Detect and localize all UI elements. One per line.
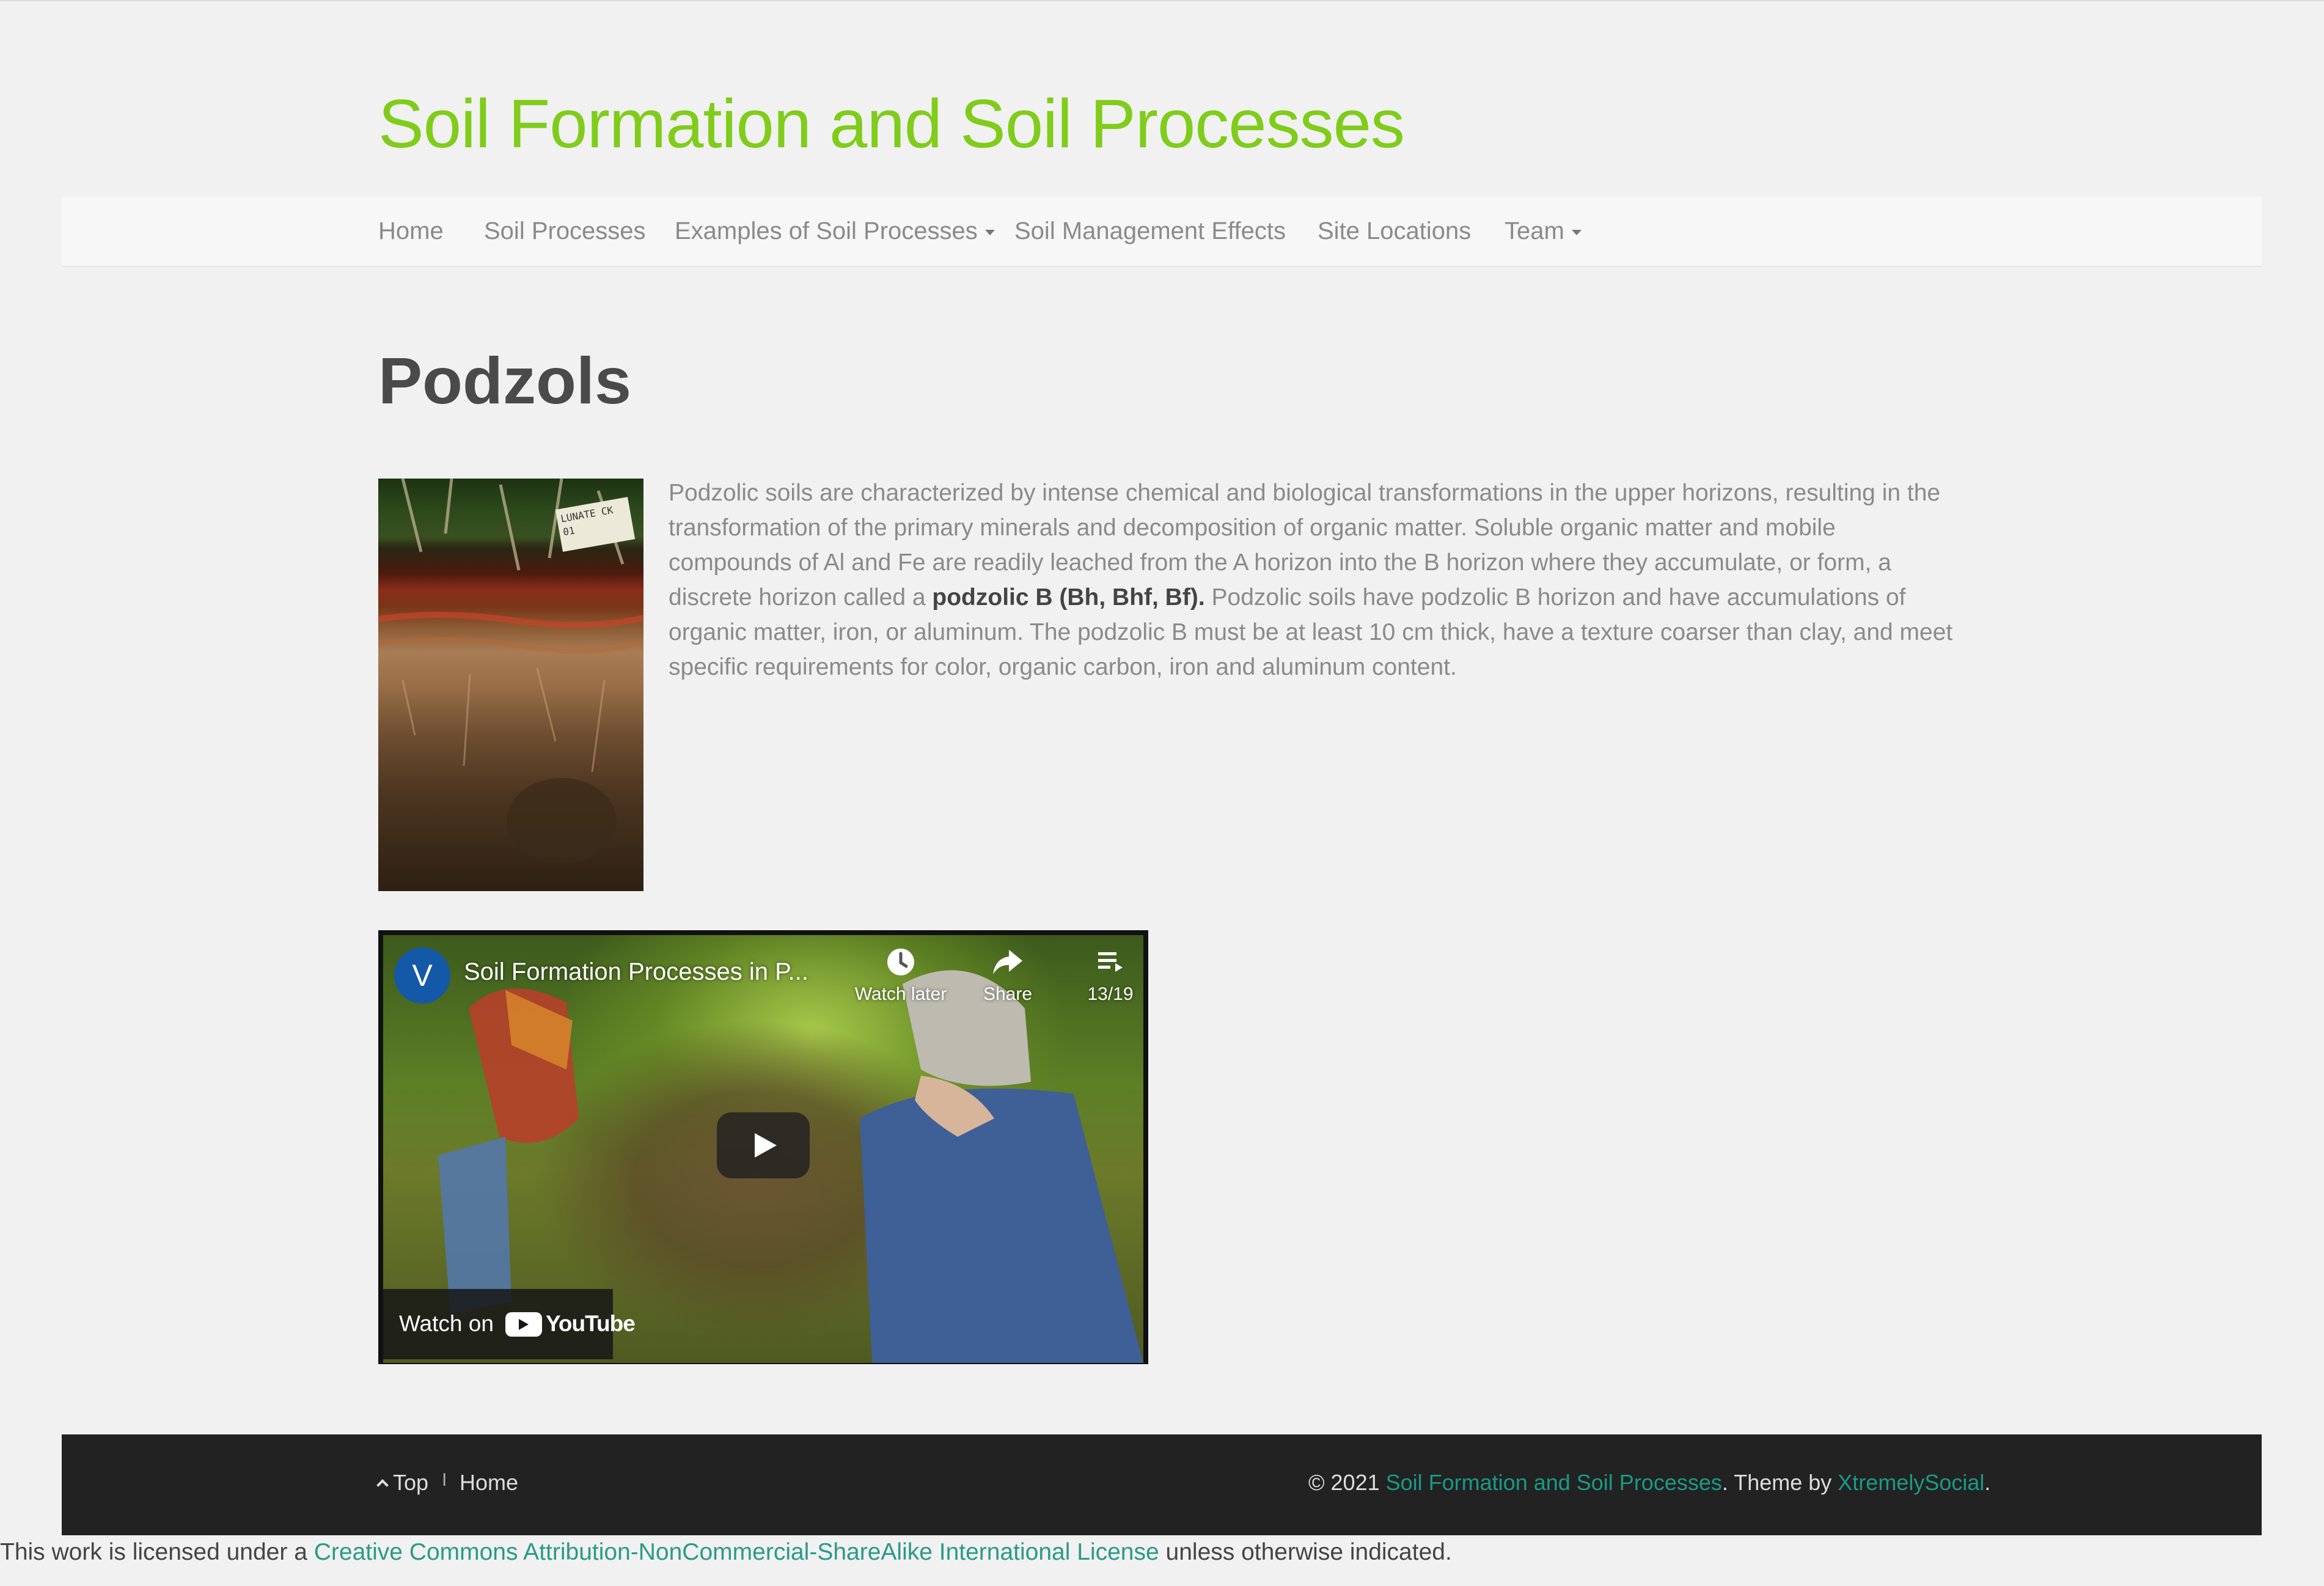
share-icon <box>953 946 1063 980</box>
watch-later-button[interactable]: Watch later <box>846 946 956 1005</box>
description-bold-term: podzolic B (Bh, Bhf, Bf). <box>932 584 1205 611</box>
footer-top-link[interactable]: Top <box>376 1470 429 1496</box>
share-button[interactable]: Share <box>953 946 1063 1005</box>
footer-separator: I <box>442 1470 447 1490</box>
play-icon <box>755 1133 777 1158</box>
chevron-up-icon <box>376 1479 389 1492</box>
caret-down-icon <box>984 229 995 235</box>
footer-site-link[interactable]: Soil Formation and Soil Processes <box>1386 1470 1722 1495</box>
nav-team-label: Team <box>1505 218 1564 244</box>
share-label: Share <box>983 984 1033 1004</box>
youtube-video-embed[interactable]: V Soil Formation Processes in P... Watch… <box>378 930 1148 1364</box>
footer-copyright: © 2021 Soil Formation and Soil Processes… <box>1308 1470 1990 1496</box>
playlist-button[interactable]: 13/19 <box>1055 946 1148 1005</box>
footer-home-link[interactable]: Home <box>460 1470 518 1496</box>
footer-top-label: Top <box>393 1470 429 1495</box>
license-notice: This work is licensed under a Creative C… <box>0 1539 1452 1566</box>
footer-period: . <box>1984 1470 1991 1495</box>
nav-soil-processes[interactable]: Soil Processes <box>484 197 646 266</box>
play-button[interactable] <box>717 1112 810 1178</box>
watch-on-label: Watch on <box>399 1311 494 1336</box>
license-suffix: unless otherwise indicated. <box>1159 1539 1452 1565</box>
nav-site-locations[interactable]: Site Locations <box>1318 197 1471 266</box>
main-navbar: Home Soil Processes Examples of Soil Pro… <box>62 197 2262 267</box>
nav-examples-of-soil-processes[interactable]: Examples of Soil Processes <box>675 197 995 266</box>
playlist-icon <box>1055 946 1148 980</box>
site-footer: Top I Home © 2021 Soil Formation and Soi… <box>62 1434 2262 1535</box>
license-prefix: This work is licensed under a <box>0 1539 314 1565</box>
nav-team[interactable]: Team <box>1505 197 1582 266</box>
top-border <box>0 0 2324 1</box>
video-title[interactable]: Soil Formation Processes in P... <box>464 958 808 986</box>
page-title: Podzols <box>378 343 632 417</box>
license-link[interactable]: Creative Commons Attribution-NonCommerci… <box>314 1539 1159 1565</box>
footer-theme-link[interactable]: XtremelySocial <box>1838 1470 1984 1495</box>
theme-text: . Theme by <box>1721 1470 1838 1495</box>
copyright-prefix: © 2021 <box>1308 1470 1386 1495</box>
watch-on-youtube-button[interactable]: Watch on YouTube <box>383 1289 636 1359</box>
site-title[interactable]: Soil Formation and Soil Processes <box>378 84 1405 163</box>
watch-later-label: Watch later <box>854 984 947 1004</box>
caret-down-icon <box>1571 229 1582 235</box>
youtube-wordmark: YouTube <box>546 1311 636 1336</box>
nav-soil-management-effects[interactable]: Soil Management Effects <box>1014 197 1286 266</box>
playlist-count: 13/19 <box>1087 984 1134 1004</box>
youtube-logo-icon <box>505 1312 542 1337</box>
clock-icon <box>846 946 956 980</box>
nav-examples-label: Examples of Soil Processes <box>675 218 978 244</box>
channel-avatar[interactable]: V <box>394 947 450 1004</box>
nav-home[interactable]: Home <box>378 197 444 266</box>
podzol-description: Podzolic soils are characterized by inte… <box>669 475 1958 685</box>
soil-profile-image: LUNATE CK 01 <box>378 479 643 891</box>
